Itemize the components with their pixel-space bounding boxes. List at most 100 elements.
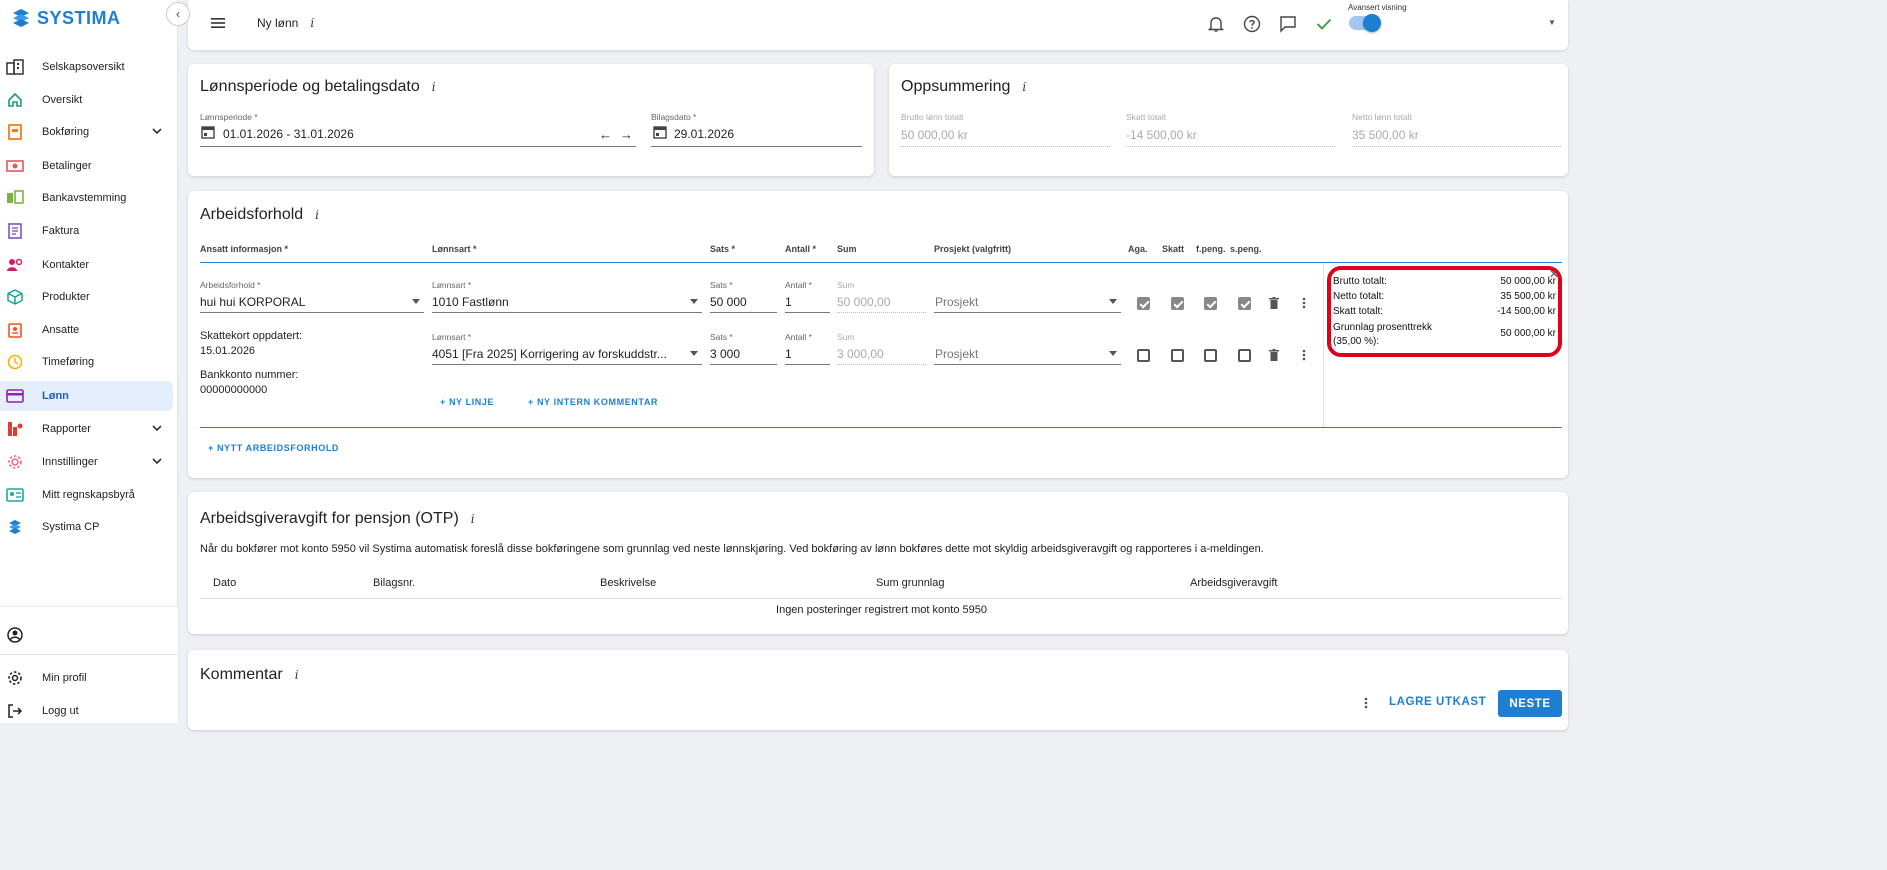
info-icon[interactable]: i <box>315 208 319 222</box>
advanced-view-toggle[interactable] <box>1349 14 1381 32</box>
calendar-icon[interactable] <box>653 125 667 139</box>
dropdown-caret-icon[interactable] <box>690 351 698 356</box>
col-ansatt: Ansatt informasjon * <box>200 244 289 254</box>
sidebar-item-min-profil[interactable]: Min profil <box>0 663 173 693</box>
dropdown-caret-icon[interactable] <box>1109 351 1117 356</box>
sidebar-item-produkter[interactable]: Produkter <box>0 282 173 312</box>
sidebar-item-faktura[interactable]: Faktura <box>0 216 173 246</box>
antall-input[interactable]: 1 <box>785 347 792 361</box>
date-input[interactable]: 29.01.2026 <box>674 127 734 141</box>
sidebar-item-mitt-regnskapsbyra[interactable]: Mitt regnskapsbyrå <box>0 480 173 510</box>
netto-value: 35 500,00 kr <box>1352 128 1419 142</box>
prosjekt-select[interactable]: Prosjekt <box>935 295 978 309</box>
sidebar-item-label: Bankavstemming <box>42 192 127 204</box>
more-vert-icon[interactable] <box>1302 297 1306 309</box>
chevron-down-icon[interactable] <box>151 125 163 137</box>
info-icon[interactable]: i <box>471 512 475 526</box>
account-circle-icon <box>6 626 24 644</box>
sidebar-item-label: Kontakter <box>42 259 90 271</box>
caret-down-icon[interactable]: ▼ <box>1548 18 1556 27</box>
sidebar-item-ansatte[interactable]: Ansatte <box>0 315 173 345</box>
sidebar-item-rapporter[interactable]: Rapporter <box>0 414 173 444</box>
new-comment-button[interactable]: + NY INTERN KOMMENTAR <box>528 397 658 407</box>
more-vert-icon[interactable] <box>1302 349 1306 361</box>
sidebar-item-betalinger[interactable]: Betalinger <box>0 151 173 181</box>
lonnsart-select[interactable]: 4051 [Fra 2025] Korrigering av forskudds… <box>432 347 667 361</box>
chevron-left-icon: ‹ <box>176 7 180 21</box>
dropdown-caret-icon[interactable] <box>1109 299 1117 304</box>
bell-icon[interactable] <box>1205 13 1227 35</box>
col-aga: Aga. <box>1128 244 1148 254</box>
antall-input[interactable]: 1 <box>785 295 792 309</box>
chat-icon[interactable] <box>1277 13 1299 35</box>
new-arbeidsforhold-button[interactable]: + NYTT ARBEIDSFORHOLD <box>208 443 339 453</box>
more-vert-icon[interactable] <box>1364 697 1368 709</box>
prosjekt-select[interactable]: Prosjekt <box>935 347 978 361</box>
lonnsart-select[interactable]: 1010 Fastlønn <box>432 295 509 309</box>
trash-icon[interactable] <box>1269 349 1279 361</box>
new-line-button[interactable]: + NY LINJE <box>440 397 494 407</box>
top-bar: Ny lønn i Avansert visning ▼ <box>188 0 1568 50</box>
sidebar-item-label: Min profil <box>42 672 87 684</box>
period-input[interactable]: 01.01.2026 - 31.01.2026 <box>223 127 354 141</box>
info-icon[interactable]: i <box>432 80 436 94</box>
aga-checkbox[interactable] <box>1137 297 1150 310</box>
contacts-icon <box>6 256 24 274</box>
fpeng-checkbox[interactable] <box>1204 349 1217 362</box>
sidebar-item-systima-cp[interactable]: Systima CP <box>0 512 173 542</box>
footer-bar <box>188 680 1568 723</box>
bank-icon <box>6 189 24 207</box>
sidebar-item-label: Faktura <box>42 225 80 237</box>
speng-checkbox[interactable] <box>1238 349 1251 362</box>
sidebar-item-logg-ut[interactable]: Logg ut <box>0 696 173 726</box>
totals-grunnlag-percent: (35,00 %): <box>1333 336 1380 347</box>
checkmark-icon[interactable] <box>1313 13 1335 35</box>
calendar-icon[interactable] <box>201 125 215 139</box>
sidebar-item-lonn[interactable]: Lønn <box>0 381 173 411</box>
systima-logo[interactable]: SYSTIMA <box>10 6 121 30</box>
bank-label: Bankkonto nummer: <box>200 369 299 381</box>
next-period-arrow-icon[interactable]: → <box>620 127 633 142</box>
aga-checkbox[interactable] <box>1137 349 1150 362</box>
advanced-view-label: Avansert visning <box>1348 3 1407 12</box>
summary-title-text: Oppsummering <box>901 78 1011 95</box>
sidebar-item-bokforing[interactable]: Bokføring <box>0 117 173 147</box>
brand-name: SYSTIMA <box>37 7 121 28</box>
save-draft-button[interactable]: LAGRE UTKAST <box>1389 696 1486 708</box>
otp-col-arbeidsgiveravgift: Arbeidsgiveravgift <box>1190 577 1278 589</box>
chevron-down-icon[interactable] <box>151 422 163 434</box>
sidebar-item-selskapsoversikt[interactable]: Selskapsoversikt <box>0 52 173 82</box>
info-icon[interactable]: i <box>310 16 314 30</box>
sidebar-item-bankavstemming[interactable]: Bankavstemming <box>0 183 173 213</box>
speng-checkbox[interactable] <box>1238 297 1251 310</box>
sats-input[interactable]: 50 000 <box>710 295 747 309</box>
skatt-checkbox[interactable] <box>1171 349 1184 362</box>
lonnsart-underline <box>432 312 702 313</box>
next-button[interactable]: NESTE <box>1498 690 1562 717</box>
account-item[interactable] <box>0 620 173 650</box>
skatt-checkbox[interactable] <box>1171 297 1184 310</box>
dropdown-caret-icon[interactable] <box>412 299 420 304</box>
prev-period-arrow-icon[interactable]: ← <box>599 127 612 142</box>
prosjekt-underline <box>934 364 1121 365</box>
date-label: Bilagsdato * <box>651 112 697 122</box>
collapse-sidebar-button[interactable]: ‹ <box>166 2 190 26</box>
brutto-label: Brutto lønn totalt <box>901 112 964 122</box>
employee-select[interactable]: hui hui KORPORAL <box>200 295 305 309</box>
info-icon[interactable]: i <box>1022 80 1026 94</box>
prosjekt-underline <box>934 312 1121 313</box>
chevron-down-icon[interactable] <box>151 455 163 467</box>
sidebar-item-label: Rapporter <box>42 423 91 435</box>
sidebar-item-oversikt[interactable]: Oversikt <box>0 85 173 115</box>
logout-icon <box>6 702 24 720</box>
sats-input[interactable]: 3 000 <box>710 347 740 361</box>
menu-icon[interactable] <box>210 16 226 30</box>
help-icon[interactable] <box>1241 13 1263 35</box>
sidebar-item-innstillinger[interactable]: Innstillinger <box>0 447 173 477</box>
dropdown-caret-icon[interactable] <box>690 299 698 304</box>
trash-icon[interactable] <box>1269 297 1279 309</box>
sidebar-item-timeforing[interactable]: Timeføring <box>0 347 173 377</box>
sidebar-item-kontakter[interactable]: Kontakter <box>0 250 173 280</box>
money-icon <box>6 157 24 175</box>
fpeng-checkbox[interactable] <box>1204 297 1217 310</box>
